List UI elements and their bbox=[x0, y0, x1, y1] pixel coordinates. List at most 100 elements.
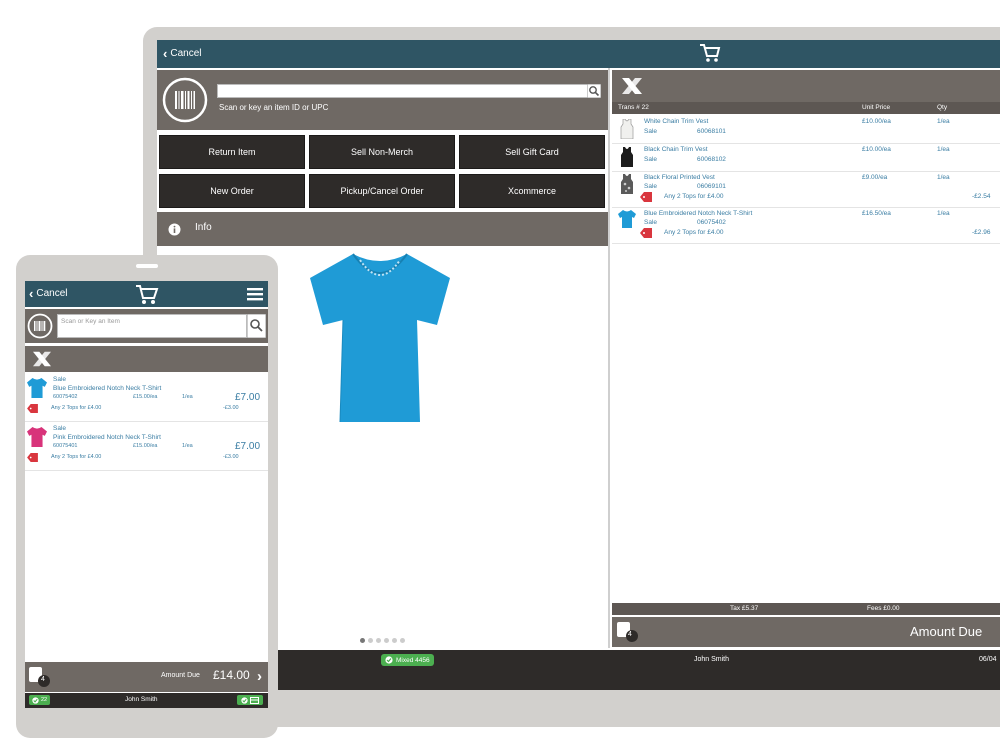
item-price: £16.50/ea bbox=[862, 210, 891, 217]
phone-screen: ‹ Cancel Scan or Key an Item Sale Blue E… bbox=[25, 281, 268, 708]
basket-row[interactable]: White Chain Trim Vest Sale 60068101 £10.… bbox=[612, 116, 1000, 142]
item-id: 06075402 bbox=[697, 219, 726, 226]
suspended-count-badge: 4 bbox=[628, 631, 632, 638]
promo-tag-icon bbox=[640, 192, 652, 202]
item-id: 60075401 bbox=[53, 443, 78, 449]
cancel-label: Cancel bbox=[36, 288, 68, 299]
user-name: John Smith bbox=[694, 656, 730, 663]
item-qty: 1/ea bbox=[182, 394, 193, 400]
check-icon bbox=[241, 696, 248, 704]
item-status: Sale bbox=[53, 376, 67, 383]
amount-due-label: Amount Due bbox=[161, 672, 200, 679]
basket-row[interactable]: Black Floral Printed Vest Sale 06069101 … bbox=[612, 172, 1000, 206]
sell-non-merch-button[interactable]: Sell Non-Merch bbox=[309, 135, 455, 169]
basket-row[interactable]: Blue Embroidered Notch Neck T-Shirt Sale… bbox=[612, 208, 1000, 242]
status-pill[interactable]: Mixed 4456 bbox=[381, 654, 434, 666]
scan-hint: Scan or key an item ID or UPC bbox=[219, 103, 329, 112]
unit-price-header: Unit Price bbox=[862, 104, 891, 111]
pickup-cancel-order-button[interactable]: Pickup/Cancel Order bbox=[309, 174, 455, 208]
info-icon bbox=[168, 223, 181, 236]
promo-text: Any 2 Tops for £4.00 bbox=[51, 454, 102, 460]
item-id: 60068101 bbox=[697, 128, 726, 135]
basket-columns: Trans # 22 Unit Price Qty bbox=[612, 102, 1000, 114]
status-text: 22 bbox=[41, 697, 48, 703]
register-icon bbox=[250, 696, 259, 704]
promo-amount: -£3.00 bbox=[223, 405, 239, 411]
search-icon[interactable] bbox=[587, 84, 601, 98]
item-status: Sale bbox=[53, 425, 67, 432]
phone-basket-header bbox=[25, 346, 268, 372]
cancel-button[interactable]: ‹ Cancel bbox=[163, 47, 201, 60]
cart-icon bbox=[700, 44, 721, 62]
item-status: Sale bbox=[644, 183, 658, 190]
list-item[interactable]: Sale Blue Embroidered Notch Neck T-Shirt… bbox=[25, 374, 268, 420]
promo-text: Any 2 Tops for £4.00 bbox=[51, 405, 102, 411]
x-logo-icon bbox=[33, 351, 51, 367]
promo-amount: -£2.96 bbox=[972, 229, 991, 236]
cart-icon bbox=[136, 285, 159, 304]
item-name: Blue Embroidered Notch Neck T-Shirt bbox=[53, 385, 162, 392]
item-qty: 1/ea bbox=[937, 174, 950, 181]
info-bar[interactable]: Info bbox=[157, 212, 608, 246]
menu-icon[interactable] bbox=[247, 286, 263, 302]
chevron-right-icon[interactable]: › bbox=[257, 669, 262, 684]
item-status: Sale bbox=[644, 219, 658, 226]
return-item-button[interactable]: Return Item bbox=[159, 135, 305, 169]
item-qty: 1/ea bbox=[937, 146, 950, 153]
phone-scan-input[interactable]: Scan or Key an Item bbox=[57, 314, 247, 338]
user-name: John Smith bbox=[125, 696, 158, 703]
phone-footer: 22 John Smith bbox=[25, 693, 268, 708]
item-status: Sale bbox=[644, 156, 658, 163]
amount-due-bar[interactable]: 4 Amount Due bbox=[612, 617, 1000, 647]
item-price: £10.00/ea bbox=[862, 118, 891, 125]
cancel-button[interactable]: ‹ Cancel bbox=[29, 287, 67, 300]
check-icon bbox=[385, 656, 393, 664]
item-price: £15.00/ea bbox=[133, 394, 158, 400]
info-label: Info bbox=[195, 222, 212, 233]
tshirt-pink-icon bbox=[27, 427, 47, 447]
phone-amount-due-bar[interactable]: 4 Amount Due £14.00 › bbox=[25, 662, 268, 692]
item-qty: 1/ea bbox=[182, 443, 193, 449]
status-pill[interactable]: 22 bbox=[29, 695, 51, 705]
promo-tag-icon bbox=[640, 228, 652, 238]
check-icon bbox=[32, 696, 39, 704]
register-status[interactable] bbox=[237, 695, 263, 705]
list-item[interactable]: Sale Pink Embroidered Notch Neck T-Shirt… bbox=[25, 423, 268, 469]
item-id: 60068102 bbox=[697, 156, 726, 163]
item-status: Sale bbox=[644, 128, 658, 135]
barcode-icon[interactable] bbox=[27, 313, 53, 339]
promo-text: Any 2 Tops for £4.00 bbox=[664, 193, 724, 200]
xcommerce-button[interactable]: Xcommerce bbox=[459, 174, 605, 208]
suspended-transactions-icon[interactable] bbox=[28, 666, 52, 688]
item-qty: 1/ea bbox=[937, 118, 950, 125]
phone-scan-placeholder: Scan or Key an Item bbox=[61, 318, 120, 325]
tax-total: Tax £5.37 bbox=[730, 605, 759, 612]
footer-date: 06/04 bbox=[979, 656, 997, 663]
basket-header bbox=[612, 70, 1000, 102]
item-id: 60075402 bbox=[53, 394, 78, 400]
item-name: White Chain Trim Vest bbox=[644, 118, 709, 125]
vest-white-icon bbox=[620, 119, 634, 139]
carousel-dots[interactable] bbox=[360, 638, 405, 643]
sell-gift-card-button[interactable]: Sell Gift Card bbox=[459, 135, 605, 169]
x-logo-icon bbox=[622, 78, 642, 94]
search-icon[interactable] bbox=[247, 314, 266, 338]
scan-input[interactable] bbox=[217, 84, 589, 98]
new-order-button[interactable]: New Order bbox=[159, 174, 305, 208]
vest-black-icon bbox=[621, 147, 633, 167]
phone-scan-panel: Scan or Key an Item bbox=[25, 309, 268, 343]
tablet-footer: Mixed 4456 John Smith 06/04 bbox=[157, 650, 1000, 690]
item-total: £7.00 bbox=[235, 441, 261, 452]
basket-row[interactable]: Black Chain Trim Vest Sale 60068102 £10.… bbox=[612, 144, 1000, 170]
vest-floral-icon bbox=[621, 174, 633, 194]
item-qty: 1/ea bbox=[937, 210, 950, 217]
barcode-icon[interactable] bbox=[162, 77, 208, 123]
chevron-left-icon: ‹ bbox=[29, 286, 34, 301]
chevron-left-icon: ‹ bbox=[163, 46, 168, 61]
status-text: Mixed 4456 bbox=[396, 656, 430, 664]
item-name: Blue Embroidered Notch Neck T-Shirt bbox=[644, 210, 753, 217]
item-id: 06069101 bbox=[697, 183, 726, 190]
suspended-count-badge: 4 bbox=[41, 676, 45, 683]
qty-header: Qty bbox=[937, 104, 948, 111]
tshirt-blue-icon bbox=[27, 378, 47, 398]
